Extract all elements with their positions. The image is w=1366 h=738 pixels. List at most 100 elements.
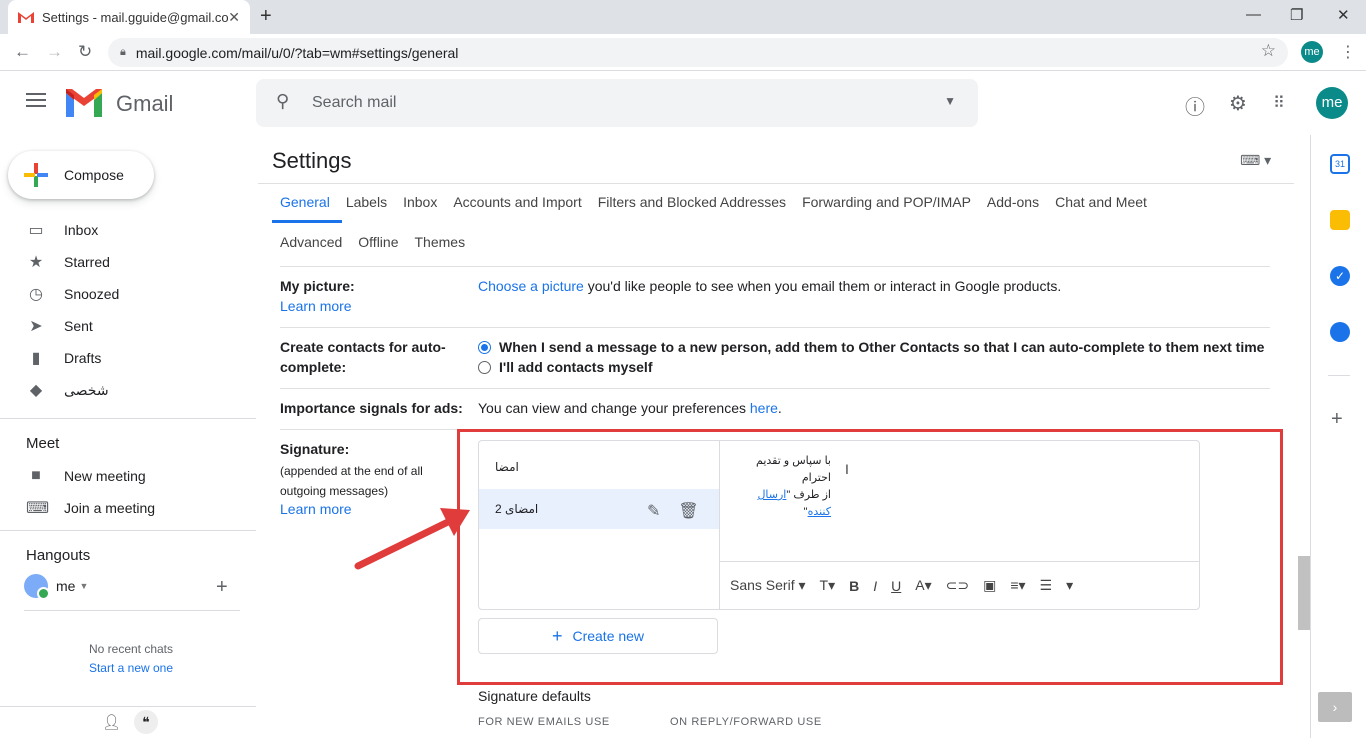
ads-label: Importance signals for ads: <box>280 400 463 416</box>
my-picture-label: My picture: <box>280 278 355 294</box>
highlight-box <box>457 429 1283 685</box>
signature-sub2: outgoing messages) <box>280 484 389 498</box>
back-icon[interactable]: ← <box>14 42 31 62</box>
restore-icon[interactable]: ❐ <box>1290 6 1303 24</box>
sidebar-item-label: Drafts <box>64 350 102 366</box>
divider <box>280 266 1270 267</box>
settings-tabs-row2: Advanced Offline Themes <box>272 234 473 250</box>
choose-picture-link[interactable]: Choose a picture <box>478 278 584 294</box>
add-chat-icon[interactable]: + <box>216 576 228 599</box>
new-tab-button[interactable]: + <box>260 5 272 28</box>
help-icon[interactable]: ⓘ <box>1185 91 1205 120</box>
window-close-icon[interactable]: ✕ <box>1337 6 1350 24</box>
calendar-icon[interactable]: 31 <box>1330 154 1350 174</box>
search-icon[interactable]: ⚲ <box>276 91 289 112</box>
minimize-icon[interactable]: — <box>1246 6 1261 23</box>
browser-tab[interactable]: Settings - mail.gguide@gmail.co ✕ <box>8 0 250 34</box>
hangouts-section-title: Hangouts <box>26 547 91 564</box>
ads-value: You can view and change your preferences… <box>478 398 782 418</box>
tab-title: Settings - mail.gguide@gmail.co <box>42 9 229 25</box>
bookmark-star-icon[interactable]: ☆ <box>1261 41 1276 61</box>
contacts-option-auto[interactable]: When I send a message to a new person, a… <box>478 337 1264 357</box>
contacts-option-manual[interactable]: I'll add contacts myself <box>478 357 653 377</box>
forward-icon[interactable]: → <box>46 42 63 62</box>
browser-profile-avatar[interactable]: me <box>1301 41 1323 63</box>
contacts-icon[interactable] <box>1330 322 1350 342</box>
tasks-icon[interactable]: ✓ <box>1330 266 1350 286</box>
sidebar-item-label: Snoozed <box>64 286 120 302</box>
hangouts-user-name: me <box>56 578 76 594</box>
ads-here-link[interactable]: here <box>750 400 778 416</box>
compose-button[interactable]: Compose <box>8 151 154 199</box>
expand-panel-icon[interactable]: › <box>1318 692 1352 722</box>
tab-advanced[interactable]: Advanced <box>272 234 350 250</box>
sidebar-item-sent[interactable]: ➤ Sent <box>0 310 256 342</box>
compose-plus-icon <box>24 163 48 187</box>
sidebar-item-snoozed[interactable]: ◷ Snoozed <box>0 278 256 310</box>
address-bar-row: ← → ↻ 🔒︎ mail.google.com/mail/u/0/?tab=w… <box>0 34 1366 71</box>
settings-gear-icon[interactable]: ⚙ <box>1229 91 1247 116</box>
sidebar-item-label-personal[interactable]: ◆ شخصی <box>0 374 256 406</box>
hangouts-user[interactable]: me ▼ <box>24 574 89 600</box>
url-field[interactable]: 🔒︎ mail.google.com/mail/u/0/?tab=wm#sett… <box>108 38 1288 67</box>
app-name: Gmail <box>116 91 174 116</box>
tab-addons[interactable]: Add-ons <box>979 194 1047 210</box>
compose-label: Compose <box>64 167 124 183</box>
my-picture-text: you'd like people to see when you email … <box>583 278 1062 294</box>
gmail-logo-icon <box>66 89 102 117</box>
close-tab-icon[interactable]: ✕ <box>228 9 240 26</box>
reload-icon[interactable]: ↻ <box>78 42 92 62</box>
divider <box>280 388 1270 389</box>
sidebar-item-starred[interactable]: ★ Starred <box>0 246 256 278</box>
apps-grid-icon[interactable]: ⠿ <box>1273 93 1285 113</box>
start-new-chat-link[interactable]: Start a new one <box>0 661 262 675</box>
keyboard-input-icon[interactable]: ⌨ ▾ <box>1240 152 1271 169</box>
active-tab-indicator <box>272 220 342 223</box>
sidebar-item-label: Starred <box>64 254 110 270</box>
scrollbar[interactable] <box>1298 556 1310 630</box>
sidebar-item-inbox[interactable]: ▭ Inbox <box>0 214 256 246</box>
draft-icon: ▮ <box>31 350 41 367</box>
account-avatar[interactable]: me <box>1316 87 1348 119</box>
tab-forwarding[interactable]: Forwarding and POP/IMAP <box>794 194 979 210</box>
tab-themes[interactable]: Themes <box>407 234 474 250</box>
tab-chat-meet[interactable]: Chat and Meet <box>1047 194 1155 210</box>
signature-defaults-title: Signature defaults <box>478 688 591 704</box>
tab-accounts[interactable]: Accounts and Import <box>445 194 589 210</box>
tab-filters[interactable]: Filters and Blocked Addresses <box>590 194 794 210</box>
contacts-radio-manual[interactable] <box>478 361 491 374</box>
signature-learn-more[interactable]: Learn more <box>280 499 352 519</box>
contacts-radio-auto[interactable] <box>478 341 491 354</box>
divider <box>0 530 256 531</box>
tab-labels[interactable]: Labels <box>338 194 395 210</box>
gmail-favicon-icon <box>18 12 34 23</box>
no-recent-chats: No recent chats <box>88 642 174 656</box>
hangouts-icon[interactable]: ❝ <box>134 710 158 734</box>
ads-end: . <box>777 400 782 416</box>
browser-tabbar: Settings - mail.gguide@gmail.co ✕ + — ❐ … <box>0 0 1366 34</box>
join-meeting-item[interactable]: ⌨ Join a meeting <box>0 492 256 524</box>
ads-text: You can view and change your preferences <box>478 400 750 416</box>
search-options-icon[interactable]: ▼ <box>944 94 956 108</box>
contacts-option-auto-label: When I send a message to a new person, a… <box>499 339 1265 355</box>
tab-general[interactable]: General <box>272 194 338 210</box>
chevron-down-icon: ▼ <box>79 581 89 591</box>
keyboard-icon: ⌨ <box>26 500 50 517</box>
keep-icon[interactable] <box>1330 210 1350 230</box>
my-picture-learn-more[interactable]: Learn more <box>280 296 352 316</box>
divider <box>280 327 1270 328</box>
search-input[interactable] <box>312 91 912 115</box>
person-icon[interactable]: 👤︎ <box>102 713 121 731</box>
sidebar-item-drafts[interactable]: ▮ Drafts <box>0 342 256 374</box>
browser-menu-icon[interactable]: ⋮ <box>1340 42 1356 62</box>
new-meeting-item[interactable]: ■ New meeting <box>0 460 256 492</box>
add-addon-icon[interactable]: + <box>1331 408 1343 431</box>
tab-offline[interactable]: Offline <box>350 234 406 250</box>
sidebar-item-label: شخصی <box>64 381 109 398</box>
star-icon: ★ <box>28 254 44 271</box>
search-bar[interactable]: ⚲ ▼ <box>256 79 978 127</box>
main-menu-icon[interactable] <box>26 93 46 111</box>
divider <box>0 418 256 419</box>
contacts-option-manual-label: I'll add contacts myself <box>499 359 653 375</box>
tab-inbox[interactable]: Inbox <box>395 194 445 210</box>
